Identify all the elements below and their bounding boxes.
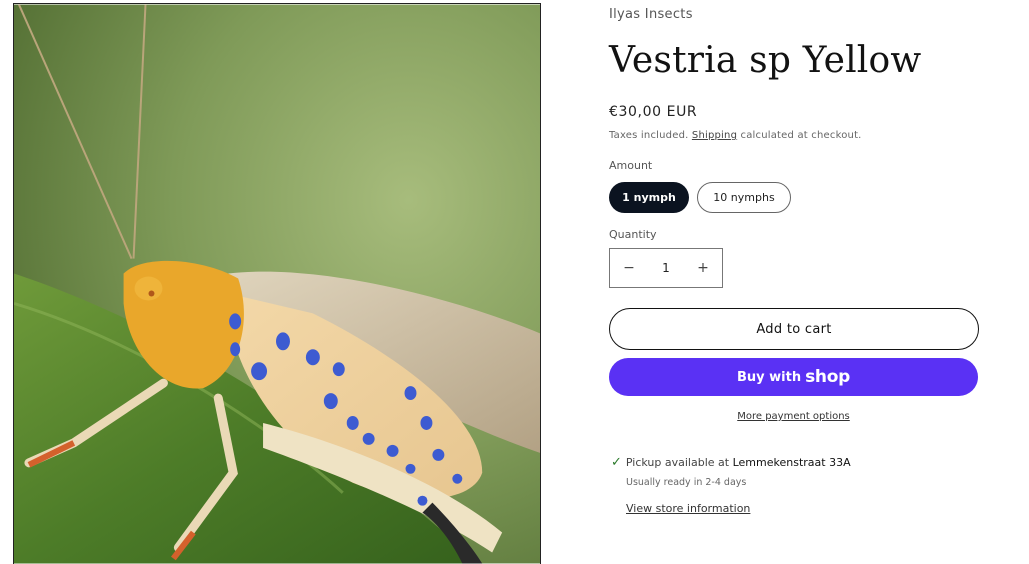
pickup-prefix: Pickup available at [625,456,730,469]
amount-option-1-nymph[interactable]: 1 nymph [609,182,689,213]
pickup-location: Lemmekenstraat 33A [732,456,851,469]
amount-option-10-nymphs[interactable]: 10 nymphs [697,182,791,213]
tax-suffix: calculated at checkout. [740,130,862,141]
product-price: €30,00 EUR [609,104,698,120]
product-title: Vestria sp Yellow [609,40,922,81]
buy-with-label: Buy with [737,369,802,385]
more-payment-options-link[interactable]: More payment options [737,411,850,422]
more-payment-options: More payment options [609,411,978,422]
add-to-cart-button[interactable]: Add to cart [609,308,979,350]
tax-prefix: Taxes included. [609,130,689,141]
pickup-availability: ✓ Pickup available at Lemmekenstraat 33A [611,455,851,470]
quantity-decrease-button[interactable]: − [623,260,635,276]
quantity-stepper: − 1 + [609,248,723,288]
buy-with-shop-button[interactable]: Buy with shop [609,358,978,396]
vendor-name: Ilyas Insects [609,7,693,22]
shipping-link[interactable]: Shipping [692,130,737,141]
quantity-increase-button[interactable]: + [697,260,709,276]
product-image[interactable] [13,3,541,564]
view-store-information-link[interactable]: View store information [626,502,750,515]
pickup-ready-time: Usually ready in 2-4 days [626,477,747,488]
quantity-label: Quantity [609,228,657,241]
amount-label: Amount [609,159,653,172]
check-icon: ✓ [611,455,622,470]
katydid-photo [14,4,540,564]
quantity-input[interactable]: 1 [662,261,670,275]
shop-pay-logo: shop [805,367,850,387]
tax-note: Taxes included. Shipping calculated at c… [609,130,862,141]
